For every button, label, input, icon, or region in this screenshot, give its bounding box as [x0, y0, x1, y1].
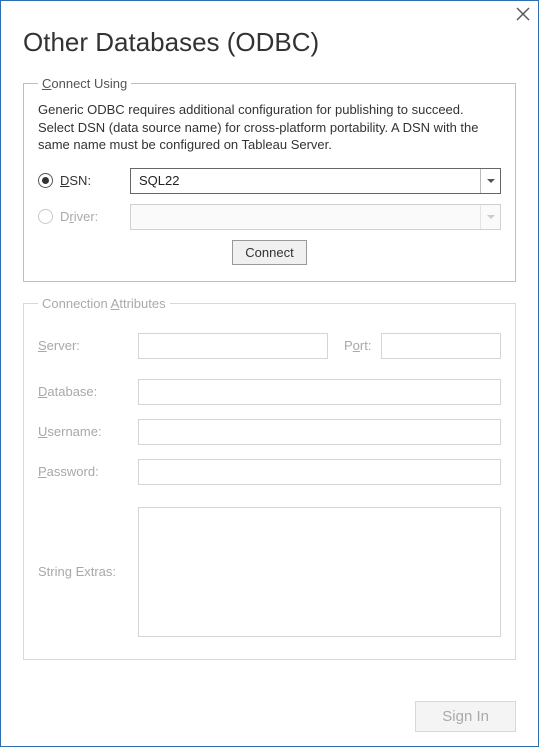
connect-using-group: Connect Using Generic ODBC requires addi… — [23, 76, 516, 282]
sign-in-button: Sign In — [415, 701, 516, 732]
server-input — [138, 333, 328, 359]
password-label: Password: — [38, 464, 138, 479]
driver-radio-label: Driver: — [60, 209, 98, 224]
port-input — [381, 333, 501, 359]
connect-using-legend: Connect Using — [38, 76, 131, 91]
dialog-title: Other Databases (ODBC) — [23, 27, 516, 58]
database-label: Database: — [38, 384, 138, 399]
chevron-down-icon — [480, 169, 500, 193]
username-input — [138, 419, 501, 445]
connection-attributes-legend: Connection Attributes — [38, 296, 170, 311]
chevron-down-icon — [480, 205, 500, 229]
username-label: Username: — [38, 424, 138, 439]
radio-icon — [38, 209, 53, 224]
string-extras-input — [138, 507, 501, 637]
connection-attributes-group: Connection Attributes Server: Port: Data… — [23, 296, 516, 660]
odbc-dialog: Other Databases (ODBC) Connect Using Gen… — [0, 0, 539, 747]
dsn-dropdown-value: SQL22 — [131, 173, 480, 188]
driver-radio[interactable]: Driver: — [38, 209, 130, 224]
radio-icon — [38, 173, 53, 188]
info-text: Generic ODBC requires additional configu… — [38, 101, 501, 154]
server-label: Server: — [38, 338, 138, 353]
connect-button[interactable]: Connect — [232, 240, 306, 265]
close-icon[interactable] — [514, 5, 532, 23]
password-input — [138, 459, 501, 485]
dsn-radio[interactable]: DSN: — [38, 173, 130, 188]
dsn-dropdown[interactable]: SQL22 — [130, 168, 501, 194]
driver-dropdown — [130, 204, 501, 230]
port-label: Port: — [344, 338, 371, 353]
dsn-radio-label: DSN: — [60, 173, 91, 188]
database-input — [138, 379, 501, 405]
string-extras-label: String Extras: — [38, 564, 138, 579]
